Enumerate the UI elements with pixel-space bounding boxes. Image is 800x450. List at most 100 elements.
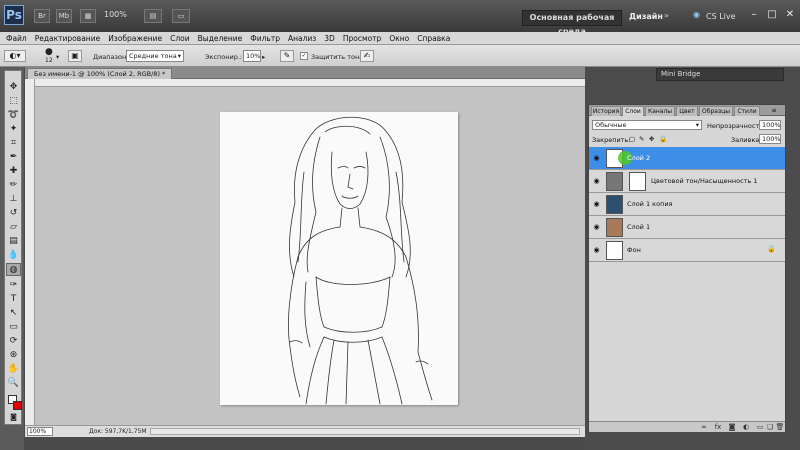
adjustment-layer-icon[interactable]: ◐ (741, 423, 751, 432)
move-tool-icon[interactable]: ✥ (6, 81, 21, 94)
menu-layers[interactable]: Слои (170, 34, 190, 43)
workspace-design-link[interactable]: Дизайн (629, 12, 663, 21)
tab-styles[interactable]: Стили (734, 106, 760, 116)
menu-select[interactable]: Выделение (198, 34, 243, 43)
menu-image[interactable]: Изображение (108, 34, 162, 43)
zoom-tool-icon[interactable]: 🔍 (6, 377, 21, 390)
workspace-more-icon[interactable]: » (664, 11, 669, 20)
menu-edit[interactable]: Редактирование (35, 34, 100, 43)
bridge-button[interactable]: Br (34, 9, 50, 23)
tab-history[interactable]: История (591, 106, 621, 116)
healing-brush-tool-icon[interactable]: ✚ (6, 165, 21, 178)
airbrush-icon[interactable]: ✎ (280, 50, 294, 62)
brush-size[interactable]: 12 (45, 57, 53, 64)
layer-name[interactable]: Цветовой тон/Насыщенность 1 (651, 177, 758, 185)
layer-name[interactable]: Фон (627, 246, 641, 254)
document-tab[interactable]: Без имени-1 @ 100% (Слой 2, RGB/8) * (27, 68, 173, 79)
tab-swatches[interactable]: Образцы (699, 106, 733, 116)
tab-color[interactable]: Цвет (676, 106, 698, 116)
3d-rotate-tool-icon[interactable]: ⟳ (6, 335, 21, 348)
workspace-essentials-button[interactable]: Основная рабочая среда (522, 10, 622, 36)
mini-bridge-button[interactable]: Mb (56, 9, 72, 23)
visibility-eye-icon[interactable]: ◉ (591, 153, 602, 163)
view-extras-icon[interactable]: ▦ (80, 9, 96, 23)
minimize-icon[interactable]: – (746, 8, 762, 22)
blend-mode-select[interactable]: Обычные ▾ (592, 120, 702, 130)
layer-name[interactable]: Слой 1 (627, 223, 650, 231)
exposure-input[interactable]: 10% (243, 50, 261, 62)
crop-tool-icon[interactable]: ⌗ (6, 137, 21, 150)
fill-input[interactable]: 100% (759, 134, 781, 144)
delete-layer-icon[interactable]: 🗑 (775, 423, 785, 432)
path-selection-tool-icon[interactable]: ↖ (6, 307, 21, 320)
layer-row[interactable]: ◉ Слой 1 копия (589, 193, 785, 216)
lock-position-icon[interactable]: ✥ (649, 135, 654, 143)
cs-live-link[interactable]: CS Live (706, 12, 736, 21)
cs-live-icon[interactable]: ◉ (693, 10, 700, 19)
menu-file[interactable]: Файл (6, 34, 27, 43)
menu-filter[interactable]: Фильтр (250, 34, 280, 43)
clone-stamp-tool-icon[interactable]: ⊥ (6, 193, 21, 206)
menu-view[interactable]: Просмотр (343, 34, 382, 43)
add-mask-icon[interactable]: ◙ (727, 423, 737, 432)
menu-analysis[interactable]: Анализ (288, 34, 316, 43)
screen-mode-icon[interactable]: ▭ (172, 9, 190, 23)
brush-picker-chevron-icon[interactable]: ▾ (56, 53, 59, 61)
gradient-tool-icon[interactable]: ▤ (6, 235, 21, 248)
history-brush-tool-icon[interactable]: ↺ (6, 207, 21, 220)
visibility-eye-icon[interactable]: ◉ (591, 176, 602, 186)
visibility-eye-icon[interactable]: ◉ (591, 245, 602, 255)
link-layers-icon[interactable]: ∞ (699, 423, 709, 432)
close-icon[interactable]: ✕ (782, 8, 798, 22)
brush-panel-icon[interactable]: ▣ (68, 50, 82, 62)
eyedropper-tool-icon[interactable]: ✒ (6, 151, 21, 164)
lasso-tool-icon[interactable]: ➰ (6, 109, 21, 122)
layer-style-icon[interactable]: fx (713, 423, 723, 432)
maximize-icon[interactable]: □ (764, 8, 780, 22)
shape-tool-icon[interactable]: ▭ (6, 321, 21, 334)
type-tool-icon[interactable]: T (6, 293, 21, 306)
pressure-size-icon[interactable]: ✍ (360, 50, 374, 62)
lock-transparency-icon[interactable]: ▢ (629, 135, 635, 143)
3d-camera-tool-icon[interactable]: ⊛ (6, 349, 21, 362)
eraser-tool-icon[interactable]: ▱ (6, 221, 21, 234)
tool-preset-picker-icon[interactable]: ◐▾ (4, 50, 26, 62)
opacity-input[interactable]: 100% (759, 120, 781, 130)
magic-wand-tool-icon[interactable]: ✦ (6, 123, 21, 136)
horizontal-scrollbar[interactable] (150, 428, 580, 435)
brush-tool-icon[interactable]: ✏ (6, 179, 21, 192)
new-group-icon[interactable]: ▭ (755, 423, 765, 432)
document-size-info[interactable]: Док: 597,7K/1,75M (89, 428, 147, 435)
range-select[interactable]: Средние тона ▾ (126, 50, 184, 62)
panel-menu-icon[interactable]: ≡ (767, 106, 781, 116)
menu-window[interactable]: Окно (389, 34, 409, 43)
layer-name[interactable]: Слой 2 (627, 154, 650, 162)
quick-mask-icon[interactable]: ◙ (6, 411, 21, 424)
lock-all-icon[interactable]: 🔒 (659, 135, 667, 143)
blur-tool-icon[interactable]: 💧 (6, 249, 21, 262)
menu-help[interactable]: Справка (417, 34, 450, 43)
status-zoom-input[interactable]: 100% (27, 427, 53, 436)
mini-bridge-panel-header[interactable]: Mini Bridge (656, 68, 784, 81)
hand-tool-icon[interactable]: ✋ (6, 363, 21, 376)
lock-pixels-icon[interactable]: ✎ (639, 135, 644, 143)
dodge-tool-icon[interactable]: ◍ (6, 263, 21, 276)
layer-row[interactable]: ◉ Слой 2 (589, 147, 785, 170)
tab-channels[interactable]: Каналы (645, 106, 675, 116)
marquee-tool-icon[interactable]: ⬚ (6, 95, 21, 108)
menu-3d[interactable]: 3D (324, 34, 335, 43)
visibility-eye-icon[interactable]: ◉ (591, 199, 602, 209)
document-canvas[interactable] (220, 112, 458, 405)
arrange-documents-icon[interactable]: ▤ (144, 9, 162, 23)
zoom-level[interactable]: 100% (104, 10, 127, 19)
exposure-chevron-icon[interactable]: ▸ (262, 53, 265, 61)
visibility-eye-icon[interactable]: ◉ (591, 222, 602, 232)
new-layer-icon[interactable]: ❏ (765, 423, 775, 432)
background-color-swatch[interactable] (13, 401, 22, 410)
layer-row[interactable]: ◉ Фон 🔒 (589, 239, 785, 262)
layer-name[interactable]: Слой 1 копия (627, 200, 672, 208)
protect-tones-checkbox[interactable]: ✓ (300, 52, 308, 60)
pen-tool-icon[interactable]: ✑ (6, 279, 21, 292)
layer-row[interactable]: ◉ Цветовой тон/Насыщенность 1 (589, 170, 785, 193)
tab-layers[interactable]: Слои (622, 106, 644, 116)
